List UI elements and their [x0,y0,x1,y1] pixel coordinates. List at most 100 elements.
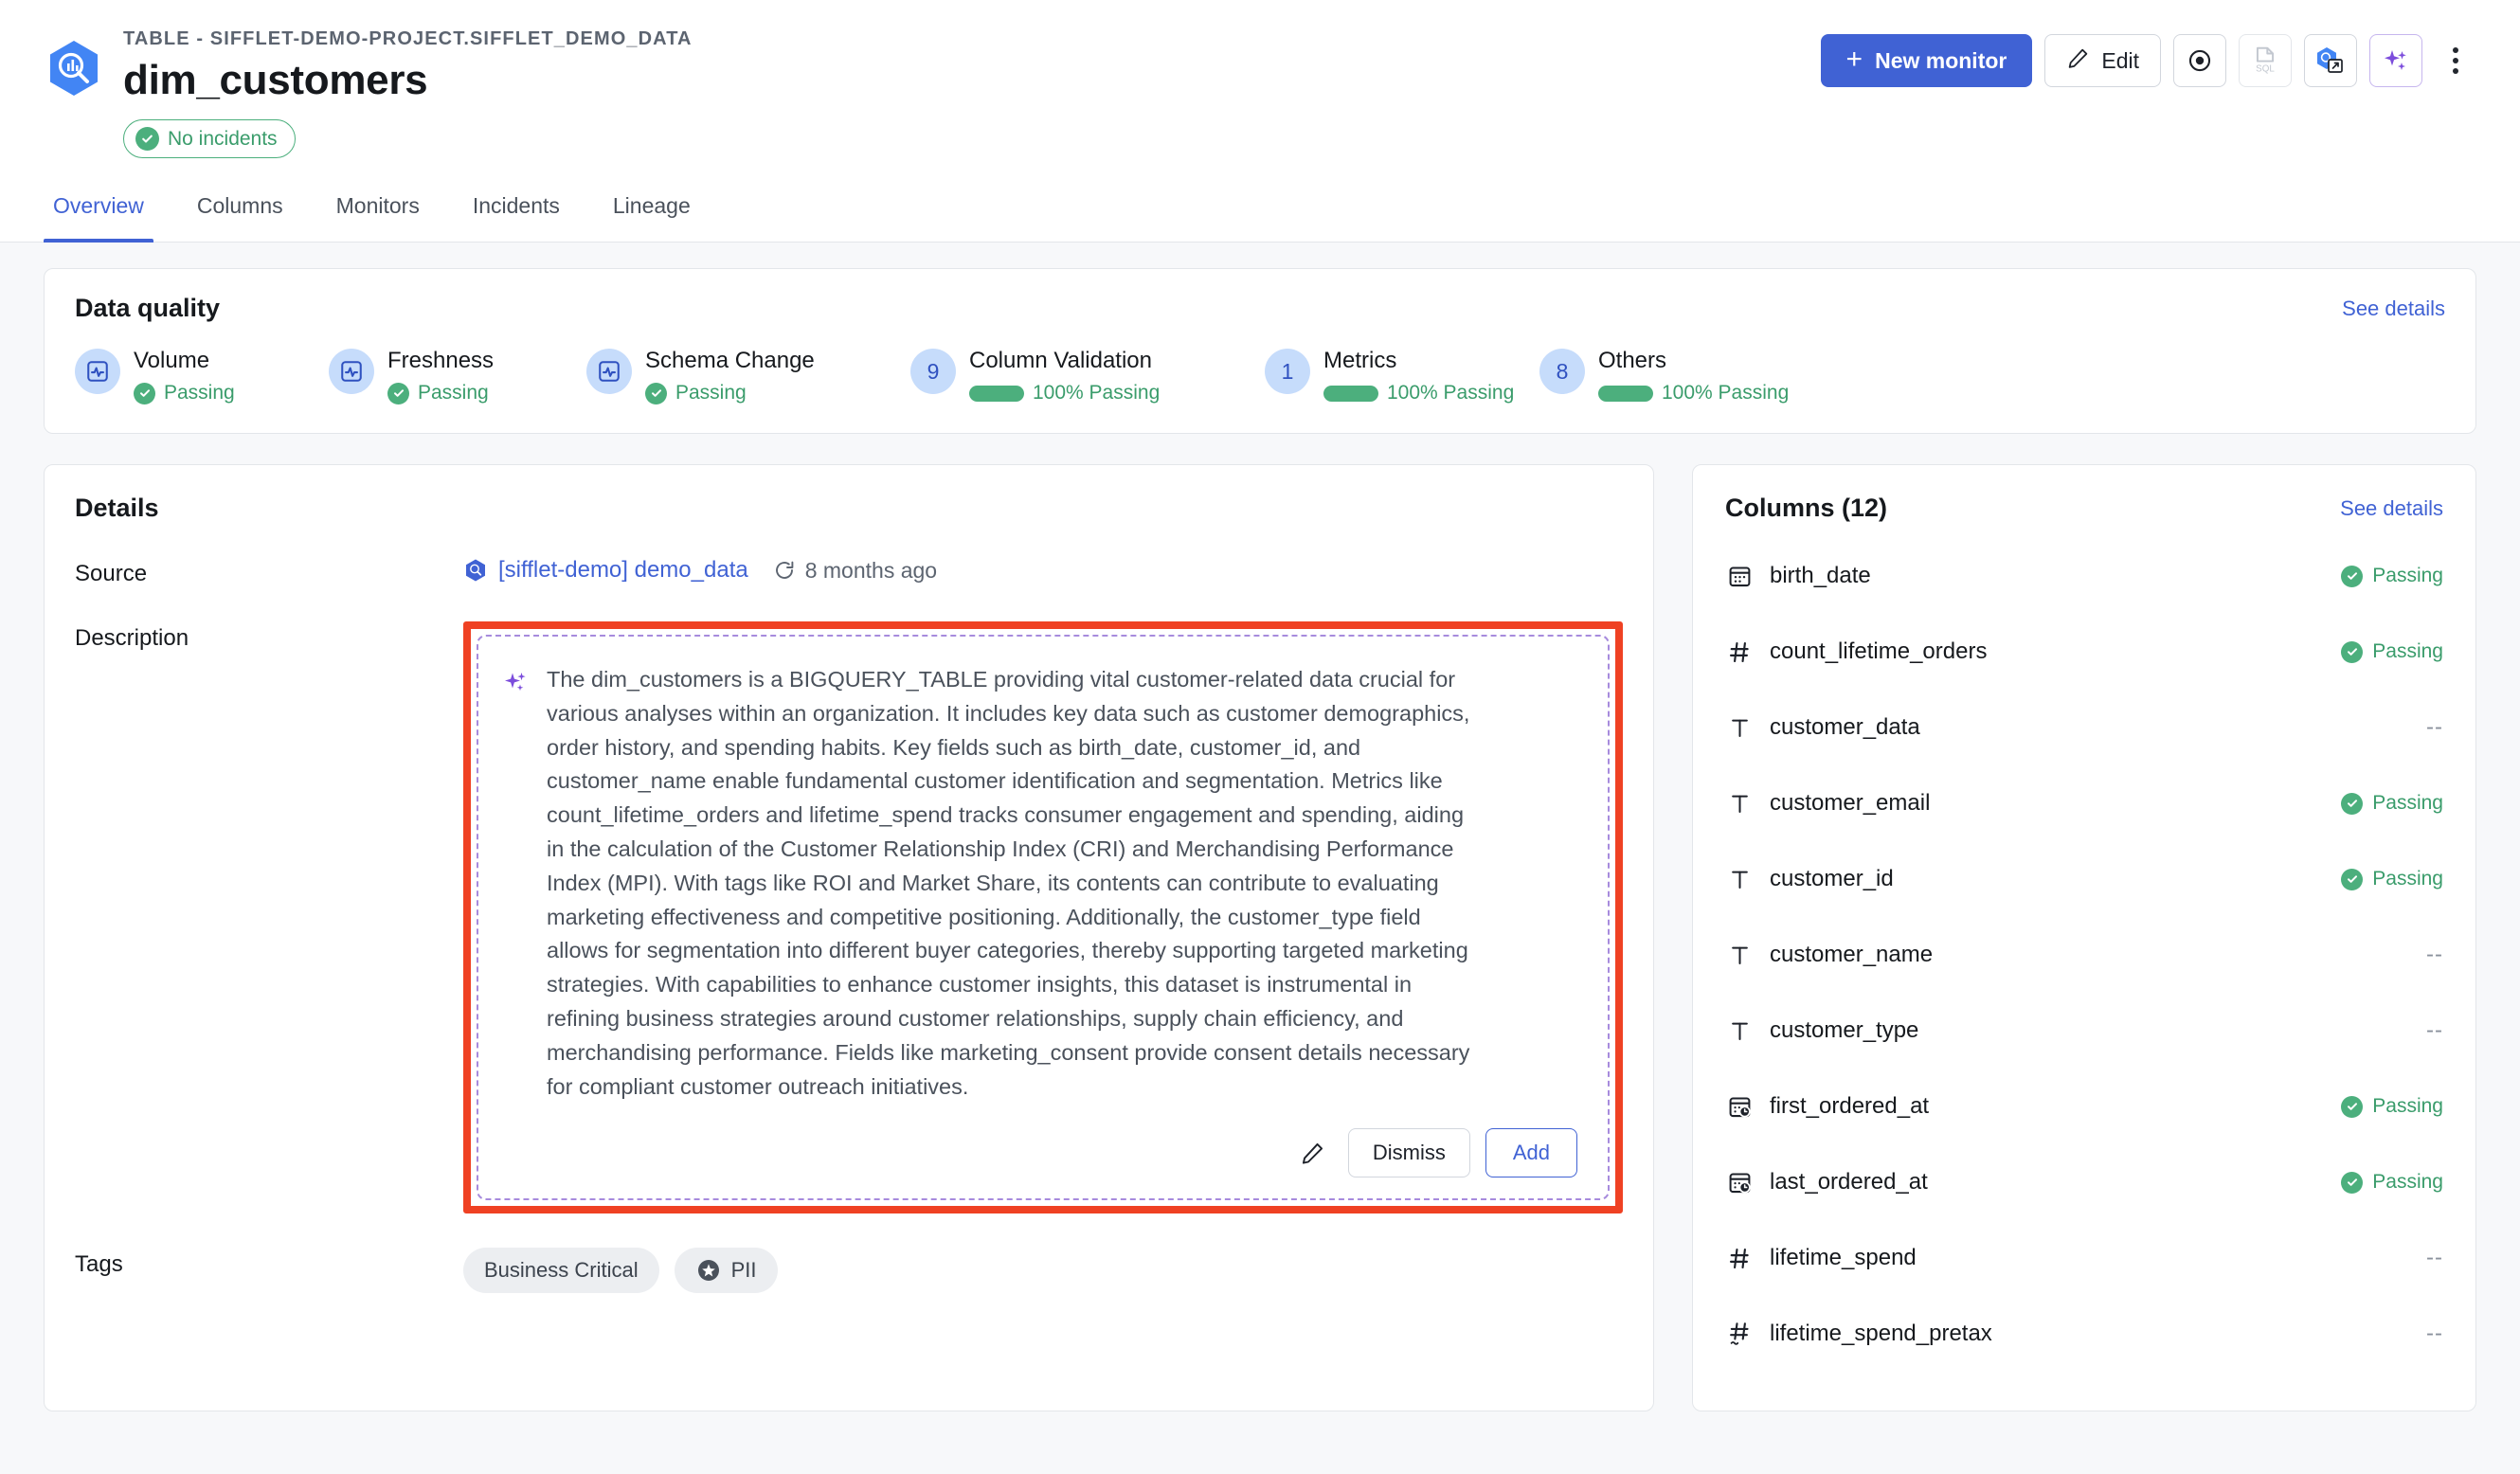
ai-description-suggestion: The dim_customers is a BIGQUERY_TABLE pr… [477,635,1610,1201]
source-label: Source [75,561,148,586]
table-row[interactable]: count_lifetime_orders Passing [1725,614,2443,690]
description-highlight-box: The dim_customers is a BIGQUERY_TABLE pr… [463,621,1623,1214]
open-in-bigquery-icon[interactable] [2304,34,2357,87]
page-header: TABLE - SIFFLET-DEMO-PROJECT.SIFFLET_DEM… [0,0,2520,188]
table-row[interactable]: customer_data -- [1725,690,2443,765]
tab-monitors[interactable]: Monitors [310,188,446,242]
table-row[interactable]: last_ordered_at Passing [1725,1144,2443,1220]
source-link[interactable]: [sifflet-demo] demo_data [463,557,748,584]
page-body: Data quality See details Volume Passing … [0,243,2520,1474]
details-title: Details [75,494,159,522]
pencil-icon [2066,46,2090,76]
table-row[interactable]: birth_date Passing [1725,538,2443,614]
bigquery-small-icon [463,558,488,583]
monitor-pulse-icon [329,349,374,394]
table-row[interactable]: customer_email Passing [1725,765,2443,841]
check-icon [135,127,159,151]
column-status-label: Passing [2372,1095,2443,1117]
hash-approx-icon [1725,1320,1754,1348]
dq-label: Schema Change [645,348,815,373]
column-status-label: -- [2426,1245,2443,1270]
text-icon [1725,713,1754,742]
table-row[interactable]: lifetime_spend -- [1725,1220,2443,1296]
description-label: Description [75,625,189,651]
dq-count: 9 [927,358,940,384]
check-icon [134,382,155,404]
data-quality-items: Volume Passing Freshness Passing Schema … [75,347,2445,404]
dq-item-schema-change[interactable]: Schema Change Passing [586,347,910,404]
edit-button[interactable]: Edit [2044,34,2161,87]
data-quality-title: Data quality [75,294,221,322]
dq-status-label: 100% Passing [1033,382,1161,404]
text-icon [1725,1016,1754,1045]
column-status-label: Passing [2372,640,2443,662]
refresh-icon [773,559,796,582]
dq-item-others[interactable]: 8 Others 100% Passing [1539,347,1789,404]
tab-incidents[interactable]: Incidents [446,188,586,242]
source-name: [sifflet-demo] demo_data [498,557,748,583]
dq-count-badge: 9 [910,349,956,394]
dq-count-badge: 8 [1539,349,1585,394]
column-status-label: Passing [2372,868,2443,890]
table-row[interactable]: customer_type -- [1725,993,2443,1069]
column-name: first_ordered_at [1770,1093,1930,1119]
dq-label: Column Validation [969,348,1152,373]
columns-list: birth_date Passing count_lifetime_orders… [1725,538,2443,1372]
eye-target-icon[interactable] [2173,34,2226,87]
sql-file-icon[interactable]: SQL [2239,34,2292,87]
add-button[interactable]: Add [1485,1128,1577,1178]
table-row[interactable]: customer_id Passing [1725,841,2443,917]
dq-status-label: 100% Passing [1662,382,1790,404]
refresh-time: 8 months ago [804,557,938,583]
check-icon [2341,868,2364,890]
column-status-label: Passing [2372,1171,2443,1193]
column-status-label: -- [2426,714,2443,740]
bigquery-logo-icon [44,38,104,99]
table-row[interactable]: customer_name -- [1725,917,2443,993]
tag-business-critical[interactable]: Business Critical [463,1248,659,1294]
dq-item-column-validation[interactable]: 9 Column Validation 100% Passing [910,347,1265,404]
tag-label: Business Critical [484,1258,639,1283]
dq-item-volume[interactable]: Volume Passing [75,347,329,404]
table-row[interactable]: lifetime_spend_pretax -- [1725,1296,2443,1372]
details-row-tags: Tags Business Critical PII [75,1248,1623,1294]
column-status-label: -- [2426,942,2443,967]
tab-columns[interactable]: Columns [171,188,310,242]
edit-label: Edit [2101,47,2139,73]
dq-item-metrics[interactable]: 1 Metrics 100% Passing [1265,347,1539,404]
monitor-pulse-icon [75,349,120,394]
tab-bar: Overview Columns Monitors Incidents Line… [0,188,2520,243]
dq-item-freshness[interactable]: Freshness Passing [329,347,586,404]
tab-lineage[interactable]: Lineage [586,188,717,242]
columns-see-details-link[interactable]: See details [2340,496,2443,521]
check-icon [2341,1171,2364,1194]
data-quality-see-details-link[interactable]: See details [2342,297,2445,321]
columns-card: Columns (12) See details birth_date Pass… [1692,464,2476,1411]
new-monitor-button[interactable]: + New monitor [1820,34,2033,87]
table-row[interactable]: first_ordered_at Passing [1725,1069,2443,1144]
text-icon [1725,941,1754,969]
check-icon [2341,1095,2364,1118]
last-refresh: 8 months ago [773,558,937,584]
edit-description-button[interactable] [1293,1133,1333,1173]
details-row-description: Description The dim_customers is a BIGQU… [75,621,1623,1214]
kebab-dot [2453,47,2458,53]
progress-bar [1323,385,1378,402]
progress-bar [1598,385,1653,402]
dismiss-button[interactable]: Dismiss [1347,1128,1470,1178]
check-icon [387,382,409,404]
status-badge-label: No incidents [168,127,278,150]
dq-label: Volume [134,348,210,373]
star-badge-icon [695,1257,722,1284]
dq-status-label: 100% Passing [1387,382,1515,404]
column-name: lifetime_spend [1770,1245,1917,1270]
kebab-dot [2453,68,2458,74]
tab-overview[interactable]: Overview [44,188,171,243]
ai-sparkle-icon[interactable] [2369,34,2422,87]
tag-pii[interactable]: PII [674,1248,778,1294]
dq-status-label: Passing [164,382,235,404]
calendar-icon [1725,562,1754,590]
status-badge: No incidents [123,119,296,158]
column-name: customer_data [1770,714,1920,740]
kebab-menu-icon[interactable] [2435,34,2476,87]
